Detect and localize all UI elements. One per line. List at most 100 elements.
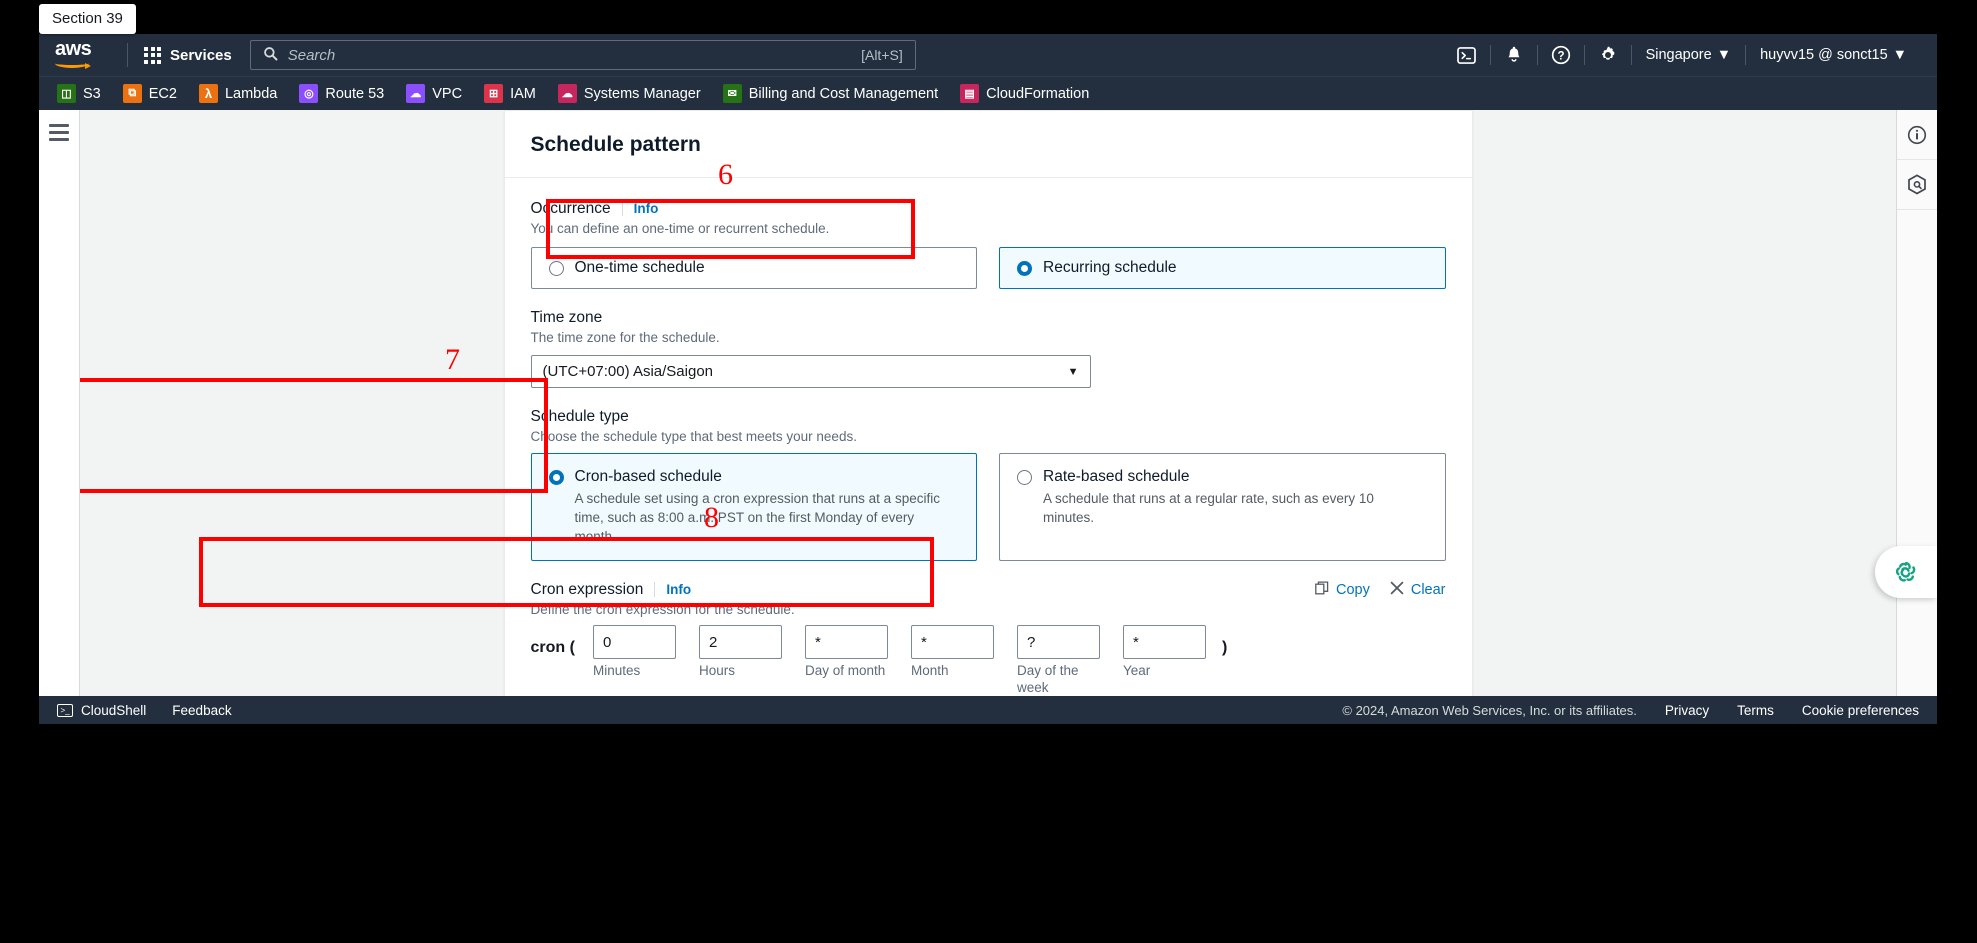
- option-label: Recurring schedule: [1043, 259, 1177, 276]
- shortcut-systems-manager[interactable]: ☁ Systems Manager: [557, 84, 701, 103]
- region-label: Singapore: [1645, 47, 1712, 63]
- services-menu-button[interactable]: Services: [140, 43, 236, 68]
- cookie-preferences-link[interactable]: Cookie preferences: [1802, 703, 1919, 718]
- cron-field-day-of-week: Day of the week: [1016, 625, 1100, 696]
- vpc-icon: ☁: [406, 84, 426, 103]
- shortcut-s3[interactable]: ◫ S3: [57, 84, 101, 103]
- cloudshell-button[interactable]: >_ CloudShell: [57, 703, 146, 718]
- amazon-q-chat-button[interactable]: [1875, 546, 1937, 598]
- cron-description: Define the cron expression for the sched…: [530, 602, 795, 618]
- billing-icon: ✉: [722, 84, 742, 103]
- chevron-down-icon: ▼: [1067, 365, 1079, 378]
- shortcut-label: Route 53: [325, 85, 385, 102]
- annotation-box-7: [80, 378, 548, 493]
- shortcut-vpc[interactable]: ☁ VPC: [406, 84, 462, 103]
- iam-icon: ⊞: [484, 84, 504, 103]
- systems-manager-icon: ☁: [557, 84, 577, 103]
- top-nav-right-group: ? Singapore ▼ huyvv15 @ sonct15 ▼: [1444, 34, 1921, 76]
- cron-hours-input[interactable]: [698, 625, 782, 660]
- cron-day-of-month-input[interactable]: [804, 625, 888, 660]
- shortcut-iam[interactable]: ⊞ IAM: [484, 84, 536, 103]
- option-rate-based-schedule[interactable]: Rate-based schedule A schedule that runs…: [999, 453, 1446, 562]
- shortcuts-hexagon-icon[interactable]: [1896, 160, 1937, 210]
- ec2-icon: ⧉: [122, 84, 142, 103]
- search-input[interactable]: Search: [288, 47, 851, 64]
- radio-icon[interactable]: [548, 470, 564, 485]
- clear-label: Clear: [1410, 581, 1446, 598]
- schedule-type-label: Schedule type: [530, 408, 629, 425]
- timezone-description: The time zone for the schedule.: [530, 330, 720, 345]
- option-one-time-schedule[interactable]: One-time schedule: [530, 247, 977, 289]
- cron-field-hours: Hours: [698, 625, 782, 696]
- card-header: Schedule pattern: [504, 111, 1472, 178]
- timezone-value: (UTC+07:00) Asia/Saigon: [542, 363, 714, 380]
- cron-field-year: Year: [1122, 625, 1206, 696]
- radio-icon[interactable]: [1017, 470, 1032, 485]
- schedule-type-description: Choose the schedule type that best meets…: [530, 429, 857, 444]
- shortcut-label: EC2: [148, 85, 177, 102]
- aws-top-navigation: aws Services Search [Alt+S] ? Singapore …: [39, 34, 1937, 76]
- shortcut-cloudformation[interactable]: ▤ CloudFormation: [960, 84, 1089, 103]
- global-search-bar[interactable]: Search [Alt+S]: [249, 40, 916, 70]
- help-question-icon[interactable]: ?: [1538, 34, 1584, 76]
- clear-button[interactable]: Clear: [1390, 581, 1446, 598]
- shortcut-ec2[interactable]: ⧉ EC2: [122, 84, 177, 103]
- timezone-select[interactable]: (UTC+07:00) Asia/Saigon ▼: [530, 355, 1091, 388]
- s3-icon: ◫: [57, 84, 76, 103]
- grid-menu-icon: [144, 46, 161, 64]
- chevron-down-icon: ▼: [1716, 47, 1732, 63]
- schedule-type-options: Cron-based schedule A schedule set using…: [530, 453, 1446, 562]
- timezone-group: Time zone The time zone for the schedule…: [530, 309, 1446, 388]
- copy-icon: [1315, 581, 1329, 598]
- shortcut-label: Billing and Cost Management: [748, 85, 939, 102]
- cron-month-input[interactable]: [910, 625, 994, 660]
- shortcut-billing[interactable]: ✉ Billing and Cost Management: [722, 84, 939, 103]
- occurrence-label: Occurrence: [530, 200, 611, 217]
- cron-label: Cron expression: [530, 581, 644, 599]
- services-label: Services: [170, 46, 232, 64]
- shortcut-label: IAM: [510, 85, 536, 102]
- shortcut-lambda[interactable]: λ Lambda: [198, 84, 278, 103]
- shortcut-label: Systems Manager: [583, 85, 701, 102]
- terms-link[interactable]: Terms: [1737, 703, 1774, 718]
- shortcut-route53[interactable]: ◎ Route 53: [299, 84, 384, 103]
- cron-minutes-input[interactable]: [592, 625, 676, 660]
- option-recurring-schedule[interactable]: Recurring schedule: [999, 247, 1446, 289]
- cron-year-input[interactable]: [1122, 625, 1206, 660]
- feedback-link[interactable]: Feedback: [172, 703, 231, 718]
- option-description: A schedule set using a cron expression t…: [574, 491, 940, 545]
- aws-logo[interactable]: aws: [55, 38, 101, 70]
- occurrence-group: Occurrence Info You can define an one-ti…: [530, 200, 1446, 289]
- privacy-link[interactable]: Privacy: [1665, 703, 1709, 718]
- cron-field-label: Hours: [698, 663, 735, 679]
- aws-logo-text: aws: [55, 38, 92, 60]
- copy-label: Copy: [1335, 581, 1370, 598]
- annotation-number-7: 7: [445, 343, 460, 376]
- hamburger-menu-icon[interactable]: [49, 124, 69, 696]
- option-cron-based-schedule[interactable]: Cron-based schedule A schedule set using…: [530, 453, 977, 562]
- route53-icon: ◎: [299, 84, 319, 103]
- aws-logo-smile-icon: [55, 59, 91, 69]
- info-panel-icon[interactable]: [1896, 110, 1937, 160]
- cron-info-link[interactable]: Info: [654, 582, 691, 598]
- cron-fields-row: cron ( Minutes Hours: [531, 625, 1446, 696]
- shortcut-label: Lambda: [224, 85, 278, 102]
- cloudshell-icon[interactable]: [1444, 34, 1490, 76]
- cron-day-of-week-input[interactable]: [1016, 625, 1100, 660]
- account-menu[interactable]: huyvv15 @ sonct15 ▼: [1746, 47, 1921, 63]
- copy-button[interactable]: Copy: [1315, 581, 1370, 598]
- occurrence-description: You can define an one-time or recurrent …: [530, 221, 830, 236]
- occurrence-info-link[interactable]: Info: [621, 201, 658, 216]
- notifications-bell-icon[interactable]: [1491, 34, 1537, 76]
- cron-field-day-of-month: Day of month: [804, 625, 888, 696]
- cloudshell-label: CloudShell: [81, 702, 147, 718]
- region-selector[interactable]: Singapore ▼: [1632, 47, 1745, 63]
- radio-icon[interactable]: [1017, 261, 1032, 276]
- schedule-pattern-card: Schedule pattern Occurrence Info You can…: [503, 110, 1473, 696]
- cron-field-label: Minutes: [592, 663, 641, 679]
- settings-gear-icon[interactable]: [1585, 34, 1631, 76]
- cron-actions: Copy Clear: [1315, 581, 1446, 598]
- chevron-down-icon: ▼: [1892, 47, 1907, 63]
- page-title: Schedule pattern: [530, 133, 701, 156]
- radio-icon[interactable]: [548, 261, 564, 276]
